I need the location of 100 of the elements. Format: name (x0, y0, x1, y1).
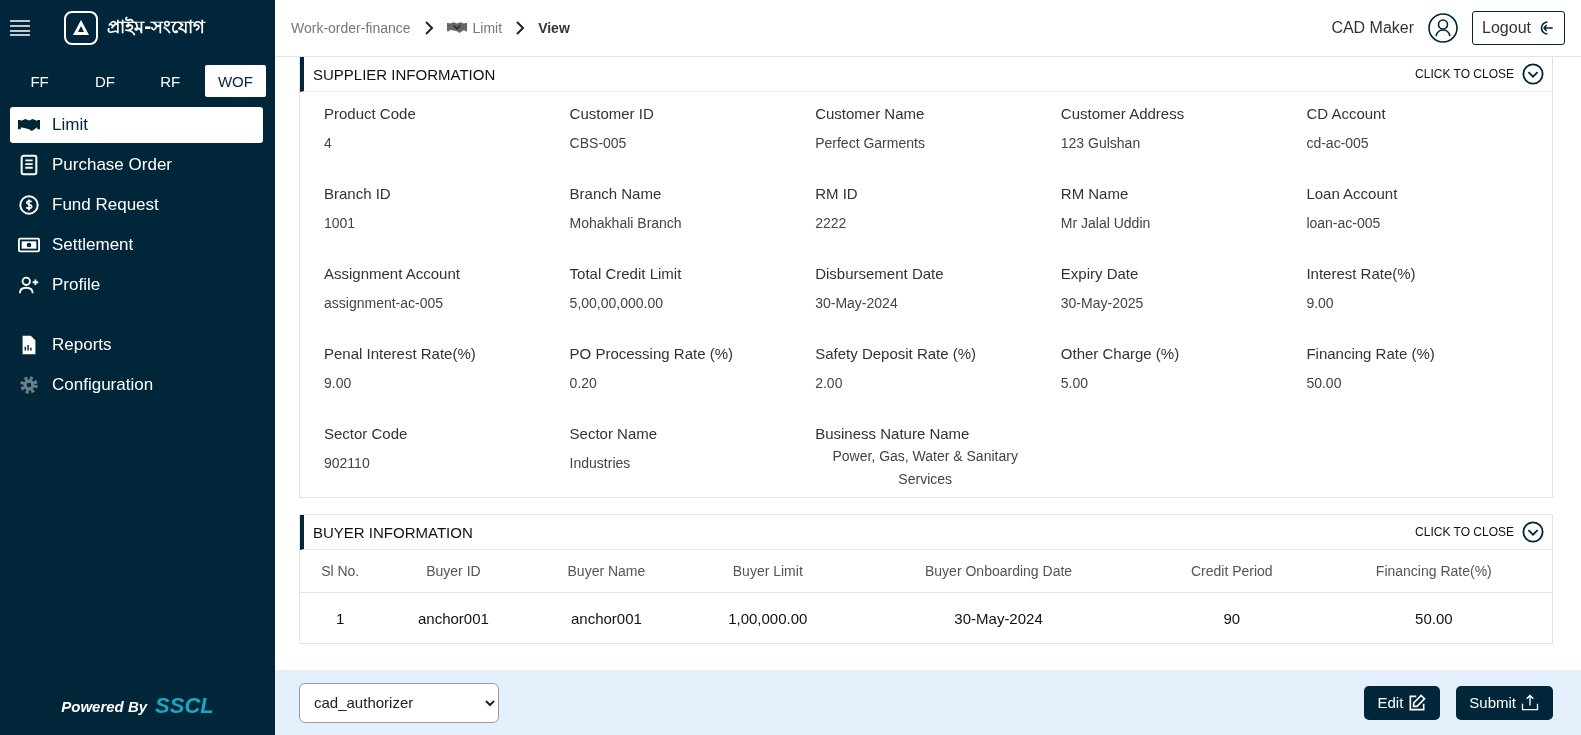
sidebar-item[interactable]: Limit (10, 107, 263, 143)
add-user-icon (18, 274, 40, 296)
field-value: Power, Gas, Water & Sanitary Services (831, 447, 1019, 489)
field-label: Business Nature Name (815, 425, 971, 442)
field-value: assignment-ac-005 (324, 295, 445, 311)
field-label: Expiry Date (1060, 265, 1140, 282)
submit-button[interactable]: Submit (1456, 685, 1553, 720)
product-tab[interactable]: WOF (204, 65, 266, 97)
field-label: Financing Rate (%) (1306, 345, 1436, 362)
section-title: BUYER INFORMATION (313, 523, 473, 541)
field-label: RM ID (815, 185, 859, 202)
column-header: Buyer ID (380, 550, 527, 593)
field-value: cd-ac-005 (1306, 135, 1370, 151)
menu-icon[interactable] (10, 20, 30, 36)
field-label: Safety Deposit Rate (%) (815, 345, 978, 362)
product-tab[interactable]: FF (9, 65, 71, 97)
sidebar-item[interactable]: Configuration (10, 367, 263, 403)
field-value: Mr Jalal Uddin (1060, 215, 1152, 231)
field-value: 5.00 (1060, 375, 1090, 391)
field-label: Sector Name (569, 425, 659, 442)
breadcrumb-link[interactable]: View (538, 20, 570, 36)
field-value: 0.20 (569, 375, 598, 391)
field-value: loan-ac-005 (1306, 215, 1382, 231)
chevron-down-circle-icon (1522, 63, 1544, 85)
field-label: Branch ID (324, 185, 392, 202)
field-value: 30-May-2025 (1060, 295, 1145, 311)
table-cell: 30-May-2024 (849, 592, 1148, 643)
user-avatar-icon[interactable] (1428, 13, 1459, 43)
field-value: 2222 (815, 215, 848, 231)
column-header: Buyer Limit (686, 550, 850, 593)
column-header: Credit Period (1147, 550, 1316, 593)
product-tab[interactable]: RF (139, 65, 201, 97)
field-value: 1001 (324, 215, 357, 231)
brand-logo-text: SSCL (155, 693, 214, 719)
logout-button[interactable]: Logout (1472, 11, 1565, 45)
chevron-right-icon (422, 21, 435, 35)
user-name: CAD Maker (1331, 19, 1415, 37)
sidebar-item[interactable]: Settlement (10, 227, 263, 263)
table-cell: 1,00,000.00 (686, 592, 850, 643)
field-label: Loan Account (1306, 185, 1399, 202)
table-cell: 50.00 (1315, 592, 1552, 643)
field-value: 4 (324, 135, 333, 151)
document-icon (18, 154, 40, 176)
edit-icon (1407, 692, 1428, 713)
column-header: Sl No. (300, 550, 381, 593)
field-value: Perfect Garments (815, 135, 926, 151)
product-tab[interactable]: DF (74, 65, 136, 97)
chevron-down-circle-icon (1522, 521, 1544, 543)
breadcrumb-link[interactable]: Limit (446, 20, 503, 36)
edit-button[interactable]: Edit (1364, 685, 1441, 720)
field-label: Other Charge (%) (1060, 345, 1181, 362)
field-value: 9.00 (1306, 295, 1335, 311)
section-title: SUPPLIER INFORMATION (313, 65, 496, 83)
field-label: PO Processing Rate (%) (569, 345, 734, 362)
table-cell: 90 (1147, 592, 1316, 643)
logo-text: প্রাইম-সংযোগ (107, 14, 206, 39)
sidebar-item[interactable]: Purchase Order (10, 147, 263, 183)
handshake-icon (446, 22, 467, 34)
field-value: 30-May-2024 (815, 295, 899, 311)
upload-icon (1520, 692, 1540, 713)
field-value: 902110 (324, 455, 371, 471)
field-label: Customer Name (815, 105, 926, 122)
table-cell: anchor001 (526, 592, 687, 643)
collapse-toggle[interactable]: CLICK TO CLOSE (1415, 521, 1544, 543)
sidebar-item[interactable]: Reports (10, 327, 263, 363)
field-label: Total Credit Limit (569, 265, 683, 282)
field-label: Assignment Account (324, 265, 461, 282)
field-value: 2.00 (815, 375, 844, 391)
field-label: Penal Interest Rate(%) (324, 345, 477, 362)
field-value: 5,00,00,000.00 (569, 295, 664, 311)
field-label: Branch Name (569, 185, 663, 202)
field-value: Mohakhali Branch (569, 215, 683, 231)
field-value: 9.00 (324, 375, 353, 391)
field-value: 123 Gulshan (1060, 135, 1142, 151)
table-cell: anchor001 (380, 592, 527, 643)
powered-by-text: Powered By (61, 697, 148, 715)
field-value: Industries (569, 455, 632, 471)
chevron-right-icon (514, 21, 527, 35)
logo-icon (64, 11, 98, 45)
sidebar-item[interactable]: Profile (10, 267, 263, 303)
table-cell: 1 (300, 592, 381, 643)
settings-icon (18, 374, 40, 396)
dollar-icon (18, 194, 40, 216)
breadcrumb-link[interactable]: Work-order-finance (291, 20, 411, 36)
column-header: Financing Rate(%) (1315, 550, 1552, 593)
role-select[interactable]: cad_authorizer (299, 682, 499, 723)
collapse-toggle[interactable]: CLICK TO CLOSE (1415, 63, 1544, 85)
field-value: CBS-005 (569, 135, 628, 151)
handshake-icon (18, 118, 40, 132)
field-label: Sector Code (324, 425, 409, 442)
field-label: Customer Address (1060, 105, 1186, 122)
field-label: CD Account (1306, 105, 1387, 122)
sidebar-item[interactable]: Fund Request (10, 187, 263, 223)
field-label: Interest Rate(%) (1306, 265, 1417, 282)
field-label: Disbursement Date (815, 265, 945, 282)
field-value: 50.00 (1306, 375, 1343, 391)
field-label: RM Name (1060, 185, 1130, 202)
column-header: Buyer Name (526, 550, 687, 593)
field-label: Product Code (324, 105, 417, 122)
column-header: Buyer Onboarding Date (849, 550, 1148, 593)
